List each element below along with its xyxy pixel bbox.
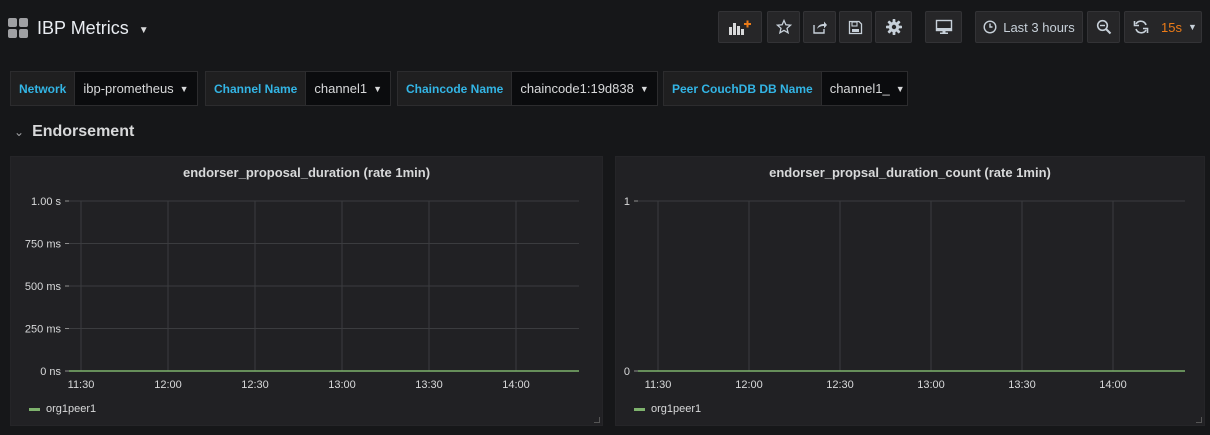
chevron-down-icon: ⌄ bbox=[14, 125, 25, 139]
graph-canvas[interactable]: 0 ns 250 ms 500 ms 750 ms 1.00 s 11:30 12:00 12… bbox=[11, 157, 604, 427]
x-tick-label: 12:30 bbox=[241, 379, 269, 391]
refresh-picker[interactable]: 15s ▼ bbox=[1124, 11, 1202, 43]
row-header-endorsement[interactable]: ⌄ Endorsement bbox=[14, 122, 134, 142]
legend-swatch bbox=[634, 407, 645, 411]
variable-chaincode-name: Chaincode Name chaincode1:19d838 ▼ bbox=[397, 71, 658, 106]
x-tick-label: 13:30 bbox=[1008, 379, 1036, 391]
x-tick-label: 13:00 bbox=[917, 379, 945, 391]
tv-mode-button[interactable] bbox=[925, 11, 962, 43]
x-tick-label: 12:00 bbox=[735, 379, 763, 391]
graph-canvas[interactable]: 0 1 11:30 12:00 12:30 13:00 13:30 14:00 bbox=[616, 157, 1206, 427]
variable-couchdb-name: Peer CouchDB DB Name channel1_ ▼ bbox=[663, 71, 908, 106]
caret-down-icon: ▼ bbox=[373, 83, 383, 94]
variable-value: ibp-prometheus bbox=[83, 81, 174, 96]
variable-network: Network ibp-prometheus ▼ bbox=[10, 71, 198, 106]
star-button[interactable] bbox=[767, 11, 800, 43]
variable-chaincode-select[interactable]: chaincode1:19d838 ▼ bbox=[512, 71, 658, 106]
panel-endorser-propsal-duration-count[interactable]: endorser_propsal_duration_count (rate 1m… bbox=[615, 156, 1205, 426]
legend: org1peer1 bbox=[634, 403, 701, 415]
variable-label: Channel Name bbox=[205, 71, 307, 106]
share-button[interactable] bbox=[803, 11, 836, 43]
time-range-label: Last 3 hours bbox=[1003, 19, 1075, 35]
settings-button[interactable] bbox=[875, 11, 912, 43]
x-tick-label: 11:30 bbox=[68, 379, 95, 391]
zoom-out-button[interactable] bbox=[1087, 11, 1120, 43]
gear-icon bbox=[885, 19, 902, 35]
variable-value: channel1 bbox=[314, 81, 368, 96]
refresh-rate-label: 15s bbox=[1161, 19, 1182, 35]
save-button[interactable] bbox=[839, 11, 872, 43]
x-tick-label: 14:00 bbox=[1099, 379, 1127, 391]
legend-swatch bbox=[29, 407, 40, 411]
x-tick-label: 12:30 bbox=[826, 379, 854, 391]
caret-down-icon: ▼ bbox=[179, 83, 189, 94]
y-tick-label: 750 ms bbox=[25, 239, 62, 251]
monitor-icon bbox=[935, 19, 952, 34]
y-tick-label: 1.00 s bbox=[31, 196, 61, 208]
variable-channel-select[interactable]: channel1 ▼ bbox=[306, 71, 392, 106]
row-title: Endorsement bbox=[32, 123, 135, 140]
star-icon bbox=[775, 19, 792, 35]
variable-channel-name: Channel Name channel1 ▼ bbox=[205, 71, 392, 106]
caret-down-icon: ▼ bbox=[138, 24, 149, 36]
legend-series-label[interactable]: org1peer1 bbox=[46, 403, 96, 415]
top-navbar: IBP Metrics ▼ Last 3 hours 15s ▼ bbox=[0, 0, 1210, 56]
y-tick-label: 250 ms bbox=[25, 324, 62, 336]
legend: org1peer1 bbox=[29, 403, 96, 415]
variable-value: channel1_ bbox=[829, 81, 890, 96]
variable-label: Chaincode Name bbox=[397, 71, 513, 106]
x-tick-label: 13:30 bbox=[415, 379, 443, 391]
x-tick-label: 13:00 bbox=[328, 379, 356, 391]
share-icon bbox=[812, 21, 827, 34]
clock-icon bbox=[983, 20, 997, 34]
variable-label: Peer CouchDB DB Name bbox=[663, 71, 822, 106]
y-tick-label: 500 ms bbox=[25, 281, 62, 293]
save-icon bbox=[848, 20, 863, 34]
zoom-out-icon bbox=[1096, 19, 1111, 35]
time-picker-button[interactable]: Last 3 hours bbox=[975, 11, 1083, 43]
add-panel-button[interactable] bbox=[718, 11, 762, 43]
variable-couchdb-select[interactable]: channel1_ ▼ bbox=[821, 71, 908, 106]
template-variables-bar: Network ibp-prometheus ▼ Channel Name cha… bbox=[0, 71, 1210, 106]
caret-down-icon: ▼ bbox=[1187, 22, 1197, 32]
x-tick-label: 11:30 bbox=[645, 379, 672, 391]
panel-endorser-proposal-duration[interactable]: endorser_proposal_duration (rate 1min) 0… bbox=[10, 156, 603, 426]
variable-network-select[interactable]: ibp-prometheus ▼ bbox=[75, 71, 198, 106]
dashboard-title: IBP Metrics bbox=[37, 17, 129, 38]
resize-handle[interactable] bbox=[1196, 417, 1202, 423]
variable-label: Network bbox=[10, 71, 76, 106]
caret-down-icon: ▼ bbox=[895, 83, 905, 94]
resize-handle[interactable] bbox=[594, 417, 600, 423]
dashboard-picker[interactable]: IBP Metrics ▼ bbox=[8, 14, 149, 42]
dashboard-grid-icon bbox=[8, 18, 28, 38]
variable-value: chaincode1:19d838 bbox=[520, 81, 634, 96]
x-tick-label: 14:00 bbox=[502, 379, 530, 391]
y-tick-label: 0 bbox=[624, 366, 630, 378]
y-tick-label: 1 bbox=[624, 196, 630, 208]
legend-series-label[interactable]: org1peer1 bbox=[651, 403, 701, 415]
refresh-icon bbox=[1133, 20, 1149, 34]
caret-down-icon: ▼ bbox=[639, 83, 649, 94]
y-tick-label: 0 ns bbox=[40, 366, 61, 378]
add-panel-icon bbox=[729, 20, 751, 35]
x-tick-label: 12:00 bbox=[154, 379, 182, 391]
